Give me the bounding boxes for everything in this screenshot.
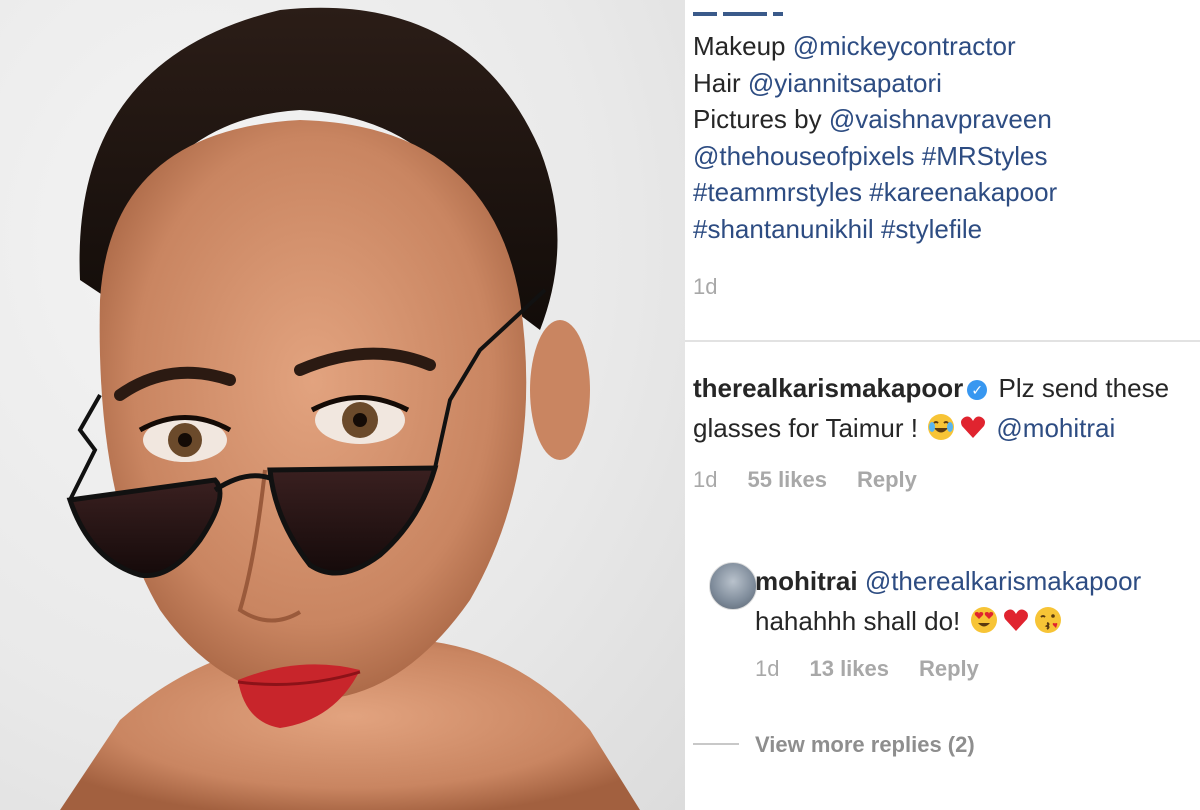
caption-text bbox=[874, 214, 881, 244]
cropped-text-line bbox=[693, 0, 803, 16]
caption-link[interactable]: #stylefile bbox=[881, 214, 982, 244]
caption-link[interactable]: #MRStyles bbox=[922, 141, 1048, 171]
likes-count[interactable]: 55 likes bbox=[747, 467, 827, 492]
reply-thread-line bbox=[693, 743, 739, 745]
user-avatar[interactable] bbox=[709, 562, 757, 610]
post-caption: Makeup @mickeycontractor Hair @yiannitsap… bbox=[693, 28, 1193, 247]
caption-link[interactable]: #kareenakapoor bbox=[869, 177, 1057, 207]
post-photo bbox=[0, 0, 685, 810]
red-heart-emoji bbox=[961, 416, 986, 438]
caption-line: #teammrstyles #kareenakapoor bbox=[693, 174, 1193, 211]
caption-line: Hair @yiannitsapatori bbox=[693, 65, 1193, 102]
caption-link[interactable]: #teammrstyles bbox=[693, 177, 862, 207]
caption-link[interactable]: @mickeycontractor bbox=[793, 31, 1016, 61]
view-more-replies-button[interactable]: View more replies (2) bbox=[693, 732, 975, 758]
caption-text: Makeup bbox=[693, 31, 793, 61]
comment-karisma-meta: 1d 55 likes Reply bbox=[693, 467, 947, 493]
caption-line: #shantanunikhil #stylefile bbox=[693, 211, 1193, 248]
laughing-tears-emoji bbox=[928, 414, 955, 440]
caption-link[interactable]: @vaishnavpraveen bbox=[829, 104, 1052, 134]
likes-count[interactable]: 13 likes bbox=[809, 656, 889, 681]
caption-timestamp: 1d bbox=[693, 274, 718, 299]
comment-timestamp: 1d bbox=[693, 467, 718, 492]
caption-line: Pictures by @vaishnavpraveen bbox=[693, 101, 1193, 138]
caption-link[interactable]: #shantanunikhil bbox=[693, 214, 874, 244]
divider bbox=[685, 340, 1200, 342]
comment-timestamp: 1d bbox=[755, 656, 780, 681]
red-heart-emoji bbox=[1003, 609, 1028, 631]
comment-username[interactable]: mohitrai bbox=[755, 566, 858, 596]
kiss-emoji bbox=[1034, 607, 1061, 633]
caption-link[interactable]: @yiannitsapatori bbox=[748, 68, 942, 98]
comment-mohitrai: mohitrai @therealkarismakapoor hahahhh s… bbox=[755, 561, 1195, 641]
comment-mention[interactable]: @therealkarismakapoor bbox=[865, 566, 1141, 596]
comment-mention[interactable]: @mohitrai bbox=[996, 413, 1115, 443]
comments-panel: Makeup @mickeycontractor Hair @yiannitsap… bbox=[685, 0, 1200, 810]
reply-button[interactable]: Reply bbox=[919, 656, 979, 681]
comment-karisma: therealkarismakapoor ✓ Plz send these gla… bbox=[693, 368, 1200, 448]
caption-line: Makeup @mickeycontractor bbox=[693, 28, 1193, 65]
comment-username[interactable]: therealkarismakapoor bbox=[693, 373, 963, 403]
verified-badge-icon: ✓ bbox=[967, 380, 988, 400]
reply-button[interactable]: Reply bbox=[857, 467, 917, 492]
caption-text: Pictures by bbox=[693, 104, 829, 134]
view-more-label: View more replies (2) bbox=[755, 732, 975, 757]
caption-line: @thehouseofpixels #MRStyles bbox=[693, 138, 1193, 175]
portrait-illustration bbox=[60, 7, 640, 810]
comment-text: hahahhh shall do! bbox=[755, 606, 968, 636]
caption-text: Hair bbox=[693, 67, 748, 98]
caption-link[interactable]: @thehouseofpixels bbox=[693, 141, 915, 171]
heart-eyes-emoji bbox=[970, 607, 997, 633]
caption-text bbox=[915, 141, 922, 171]
comment-mohitrai-meta: 1d 13 likes Reply bbox=[755, 656, 1009, 682]
